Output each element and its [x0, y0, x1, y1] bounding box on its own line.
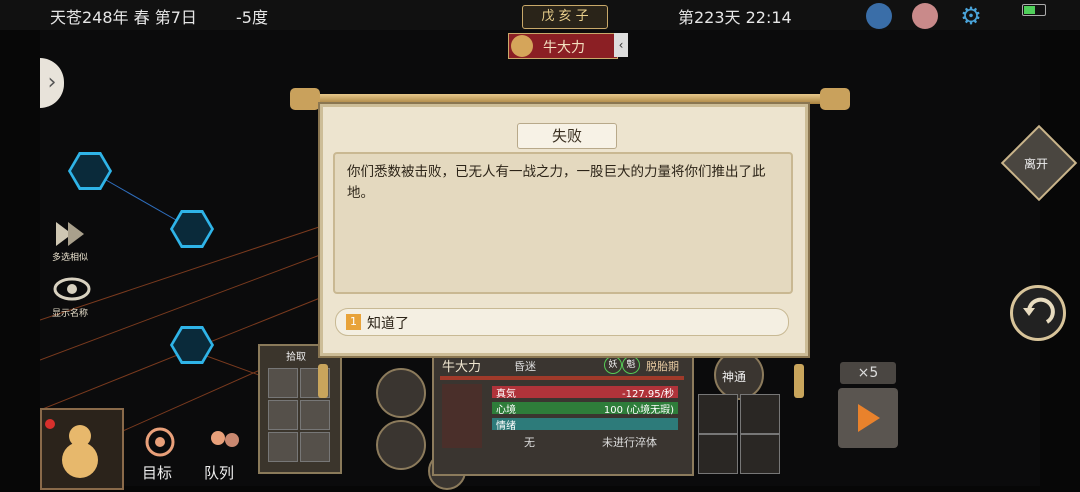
multi-select-icon[interactable] [52, 218, 94, 254]
option-number: 1 [346, 314, 361, 330]
queue-label[interactable]: 队列 [204, 462, 234, 483]
body-label: 无 [524, 436, 535, 449]
pickup-slot[interactable] [300, 400, 330, 430]
day-time: 第223天 22:14 [678, 8, 792, 27]
show-names-label[interactable]: 显示名称 [52, 306, 88, 319]
health-bar [440, 376, 684, 380]
ganzhi-badge: 戊 亥 子 [522, 5, 608, 29]
gear-icon[interactable]: ⚙ [958, 3, 984, 29]
skill-slot[interactable] [698, 434, 738, 474]
status-badge: 魁 [622, 356, 640, 374]
collapse-button[interactable]: ‹ [614, 33, 628, 57]
speed-indicator[interactable]: ×5 [840, 362, 896, 384]
temperature: -5度 [236, 8, 268, 27]
undo-icon [1023, 297, 1055, 324]
battery-icon [1022, 4, 1046, 16]
pickup-slot[interactable] [268, 368, 298, 398]
pickup-slot[interactable] [268, 432, 298, 462]
qi-bar: 真気 -127.95/秒 [492, 386, 678, 400]
palette-icon[interactable] [912, 3, 938, 29]
gourd-icon [45, 419, 98, 478]
status-badge: 妖 [604, 356, 622, 374]
emotion-bar: 情绪 [492, 418, 678, 432]
option-label: 知道了 [367, 316, 409, 332]
play-button[interactable] [838, 388, 898, 448]
target-icon[interactable] [140, 426, 180, 460]
status-phase: 脱胎期 [646, 360, 679, 373]
skill-slot[interactable] [740, 394, 780, 434]
dialog-message-panel: 你们悉数被击败，已无人有一战之力，一股巨大的力量将你们推出了此地。 [333, 152, 793, 294]
acknowledge-option-button[interactable]: 1 知道了 [335, 308, 789, 336]
failure-dialog: 失败 你们悉数被击败，已无人有一战之力，一股巨大的力量将你们推出了此地。 1 知… [320, 104, 808, 356]
gourd-item[interactable] [40, 408, 124, 490]
body-note: 未进行淬体 [602, 436, 657, 449]
eye-icon[interactable] [52, 274, 94, 310]
mind-bar: 心境 100 (心境无瑕) [492, 402, 678, 416]
map-icon[interactable] [866, 3, 892, 29]
leave-label[interactable]: 离开 [1024, 155, 1048, 172]
character-name: 牛大力 [543, 40, 585, 56]
companion-portrait[interactable] [376, 368, 426, 418]
tassel-ornament [318, 364, 328, 398]
target-label[interactable]: 目标 [142, 462, 172, 483]
skill-slot[interactable] [740, 434, 780, 474]
pickup-slot[interactable] [300, 432, 330, 462]
game-date: 天苍248年 春 第7日 [50, 8, 197, 27]
play-icon [858, 404, 880, 432]
body-figure-icon [442, 384, 482, 448]
dialog-message: 你们悉数被击败，已无人有一战之力，一股巨大的力量将你们推出了此地。 [347, 164, 766, 201]
character-portrait[interactable] [376, 420, 426, 470]
pickup-title: 拾取 [286, 352, 306, 363]
avatar [511, 35, 533, 57]
status-state: 昏迷 [514, 360, 536, 373]
skill-slot[interactable] [698, 394, 738, 434]
undo-button[interactable] [1010, 285, 1066, 341]
queue-icon[interactable] [204, 426, 244, 460]
shentong-label[interactable]: 神通 [722, 368, 746, 385]
status-name: 牛大力 [442, 360, 482, 375]
pickup-slot[interactable] [268, 400, 298, 430]
pickup-panel: 拾取 [258, 344, 342, 474]
multi-select-label[interactable]: 多选相似 [52, 250, 88, 263]
character-tag[interactable]: 牛大力 [508, 33, 618, 59]
character-status-panel: 牛大力 昏迷 妖 魁 脱胎期 真気 -127.95/秒 心境 100 (心境无瑕) … [432, 350, 694, 476]
tassel-ornament [794, 364, 804, 398]
dialog-title: 失败 [517, 123, 617, 149]
